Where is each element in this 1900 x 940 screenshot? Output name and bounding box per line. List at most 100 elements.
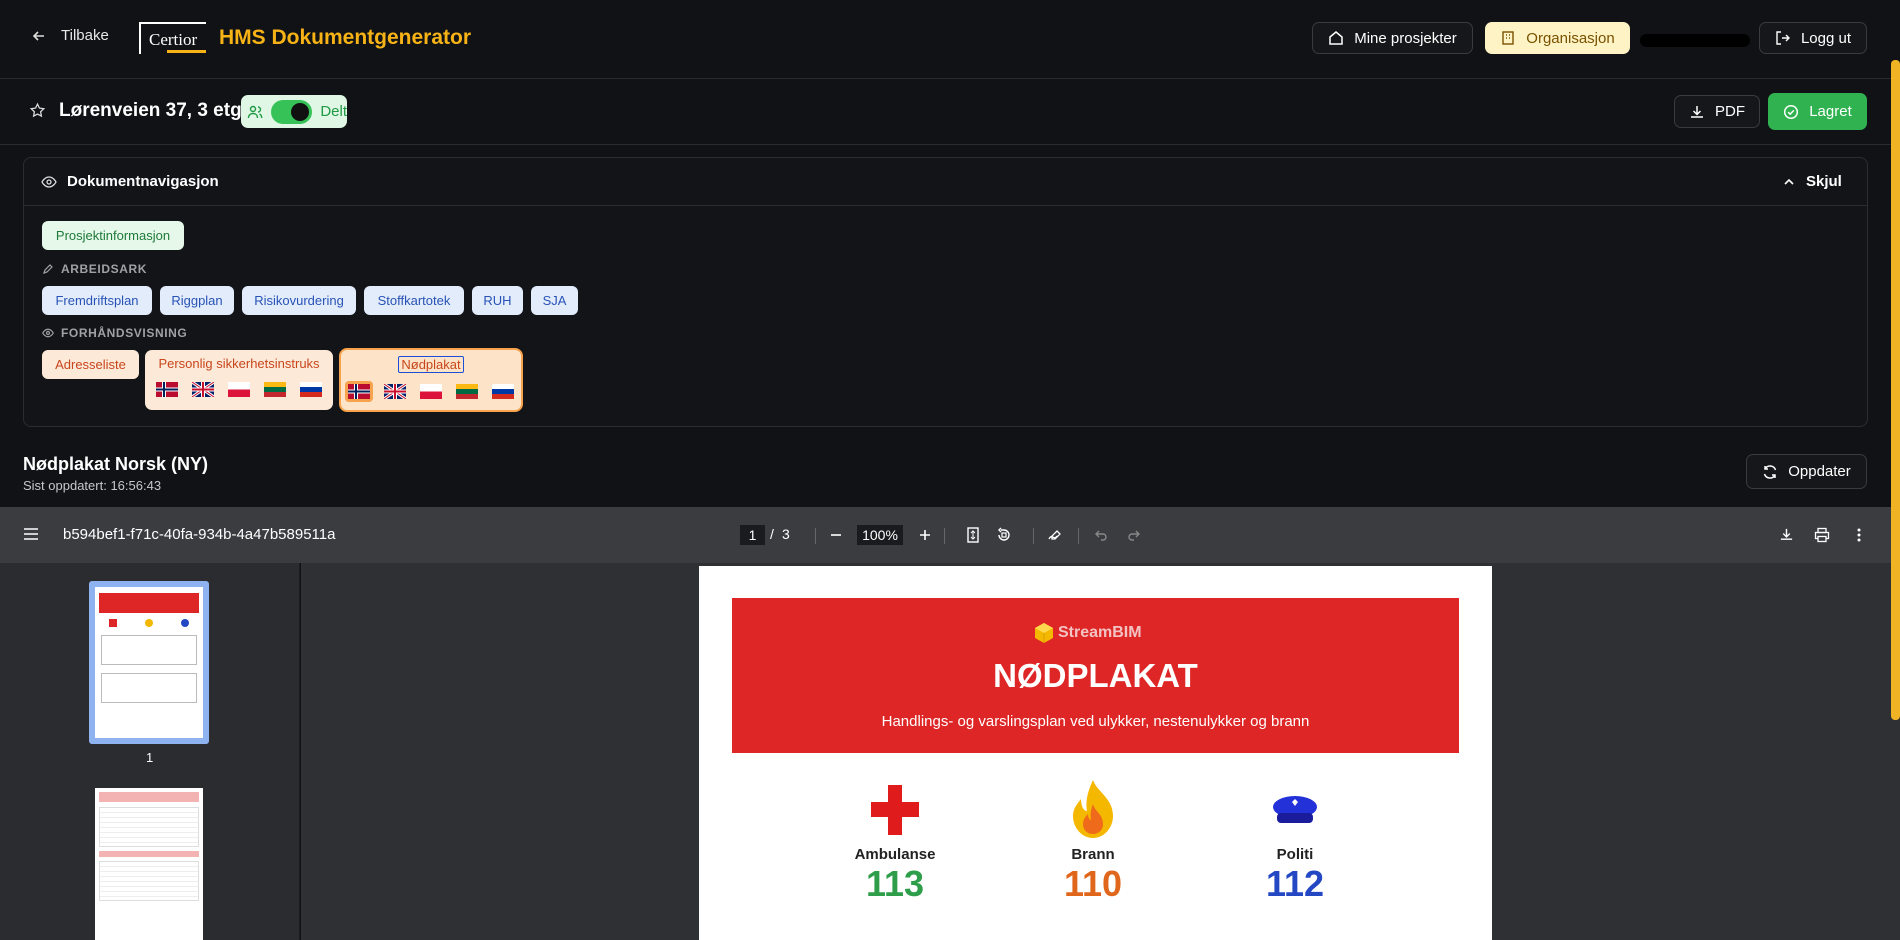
check-circle-icon [1783, 104, 1799, 120]
update-button[interactable]: Oppdater [1746, 454, 1867, 489]
chip-personlig-sikkerhetsinstruks[interactable]: Personlig sikkerhetsinstruks [145, 350, 333, 410]
poster-title: NØDPLAKAT [993, 657, 1198, 694]
poland-flag-icon[interactable] [417, 381, 445, 402]
ambulance-entry: Ambulanse 113 [845, 846, 945, 905]
page-number-input[interactable]: 1 [740, 525, 765, 545]
chip-risikovurdering[interactable]: Risikovurdering [242, 286, 356, 315]
fire-entry: Brann 110 [1043, 846, 1143, 905]
chip-adresseliste[interactable]: Adresseliste [42, 350, 139, 379]
saved-button[interactable]: Lagret [1768, 93, 1867, 130]
flag-row-selected [341, 381, 521, 402]
fit-page-icon[interactable] [966, 527, 980, 543]
russia-flag-icon[interactable] [297, 379, 325, 400]
chip-riggplan[interactable]: Riggplan [160, 286, 234, 315]
thumb2-text [99, 807, 199, 847]
thumbnail-page-2[interactable] [95, 788, 203, 940]
logo-underline [167, 50, 206, 53]
chip-ruh[interactable]: RUH [472, 286, 523, 315]
last-updated: Sist oppdatert: 16:56:43 [23, 478, 162, 493]
thumb2-text-2 [99, 861, 199, 901]
pencil-icon [42, 263, 54, 275]
eye-icon [41, 174, 57, 190]
update-label: Oppdater [1788, 463, 1851, 480]
preview-heading-label: FORHÅNDSVISNING [61, 326, 188, 340]
rotate-icon[interactable] [996, 527, 1012, 543]
project-name: Lørenveien 37, 3 etg. [59, 100, 247, 121]
ambulance-label: Ambulanse [854, 846, 936, 863]
navigation-title: Dokumentnavigasjon [41, 173, 219, 190]
thumbnail-page-1[interactable] [95, 587, 203, 738]
refresh-icon [1762, 464, 1778, 480]
page-scrollbar[interactable] [1891, 60, 1900, 720]
chip-stoffkartotek[interactable]: Stoffkartotek [364, 286, 464, 315]
poland-flag-icon[interactable] [225, 379, 253, 400]
navigation-title-label: Dokumentnavigasjon [67, 173, 219, 190]
arrow-left-icon [31, 28, 47, 44]
toolbar-divider [815, 528, 816, 544]
worksheets-heading-label: ARBEIDSARK [61, 262, 148, 276]
hide-button[interactable]: Skjul [1782, 173, 1842, 190]
undo-icon[interactable] [1094, 528, 1108, 542]
redacted-user [1640, 34, 1750, 47]
logout-button[interactable]: Logg ut [1759, 22, 1867, 54]
organisation-label: Organisasjon [1526, 29, 1615, 47]
draw-icon[interactable] [1047, 527, 1063, 543]
uk-flag-icon[interactable] [381, 381, 409, 402]
share-toggle[interactable]: Delt [241, 95, 347, 128]
pdf-label: PDF [1715, 103, 1745, 120]
russia-flag-icon[interactable] [489, 381, 517, 402]
thumb-table-1 [101, 635, 197, 665]
logout-label: Logg ut [1800, 29, 1852, 47]
zoom-in-icon[interactable] [918, 528, 932, 542]
personlig-label: Personlig sikkerhetsinstruks [158, 356, 320, 371]
norway-flag-icon[interactable] [153, 379, 181, 400]
chip-project-info[interactable]: Prosjektinformasjon [42, 221, 184, 250]
nodplakat-label: Nødplakat [398, 356, 464, 373]
eye-small-icon [42, 327, 54, 339]
uk-flag-icon[interactable] [189, 379, 217, 400]
redo-icon[interactable] [1127, 528, 1141, 542]
my-projects-button[interactable]: Mine prosjekter [1312, 22, 1473, 54]
more-options-icon[interactable] [1856, 527, 1862, 543]
print-icon[interactable] [1814, 527, 1830, 543]
lithuania-flag-icon[interactable] [453, 381, 481, 402]
star-icon[interactable] [29, 102, 46, 119]
organisation-button[interactable]: Organisasjon [1485, 22, 1630, 54]
hide-label: Skjul [1806, 173, 1842, 190]
download-pdf-icon[interactable] [1779, 527, 1794, 542]
worksheets-heading: ARBEIDSARK [42, 262, 147, 276]
ambulance-number: 113 [865, 863, 925, 904]
page-separator: / [770, 526, 774, 542]
navigation-header [24, 158, 1867, 206]
menu-icon[interactable] [23, 527, 39, 541]
toolbar-divider [1078, 528, 1079, 544]
total-pages: 3 [782, 526, 790, 542]
police-entry: Politi 112 [1245, 846, 1345, 905]
building-icon [1500, 30, 1516, 46]
norway-flag-selected-icon[interactable] [345, 381, 373, 402]
zoom-out-icon[interactable] [829, 528, 843, 542]
back-button[interactable]: Tilbake [31, 27, 109, 44]
shared-switch[interactable] [271, 99, 313, 124]
flag-row [145, 379, 333, 400]
pdf-button[interactable]: PDF [1674, 95, 1760, 128]
zoom-input[interactable]: 100% [857, 525, 903, 545]
thumb-table-2 [101, 673, 197, 703]
streambim-logo: StreamBIM [1034, 622, 1142, 644]
logout-icon [1775, 30, 1791, 46]
thumb-icons [95, 619, 203, 627]
toolbar-divider [1033, 528, 1034, 544]
download-icon [1689, 104, 1705, 120]
police-number: 112 [1265, 863, 1325, 904]
police-cap-icon [1271, 795, 1319, 827]
toolbar-divider [944, 528, 945, 544]
thumb-banner [99, 593, 199, 613]
poster-subtitle: Handlings- og varslingsplan ved ulykker,… [881, 713, 1310, 730]
my-projects-label: Mine prosjekter [1354, 29, 1457, 47]
lithuania-flag-icon[interactable] [261, 379, 289, 400]
chip-sja[interactable]: SJA [531, 286, 578, 315]
thumb2-bar [99, 851, 199, 857]
chip-nodplakat[interactable]: Nødplakat [339, 348, 523, 412]
chip-fremdriftsplan[interactable]: Fremdriftsplan [42, 286, 152, 315]
police-label: Politi [1276, 846, 1314, 863]
